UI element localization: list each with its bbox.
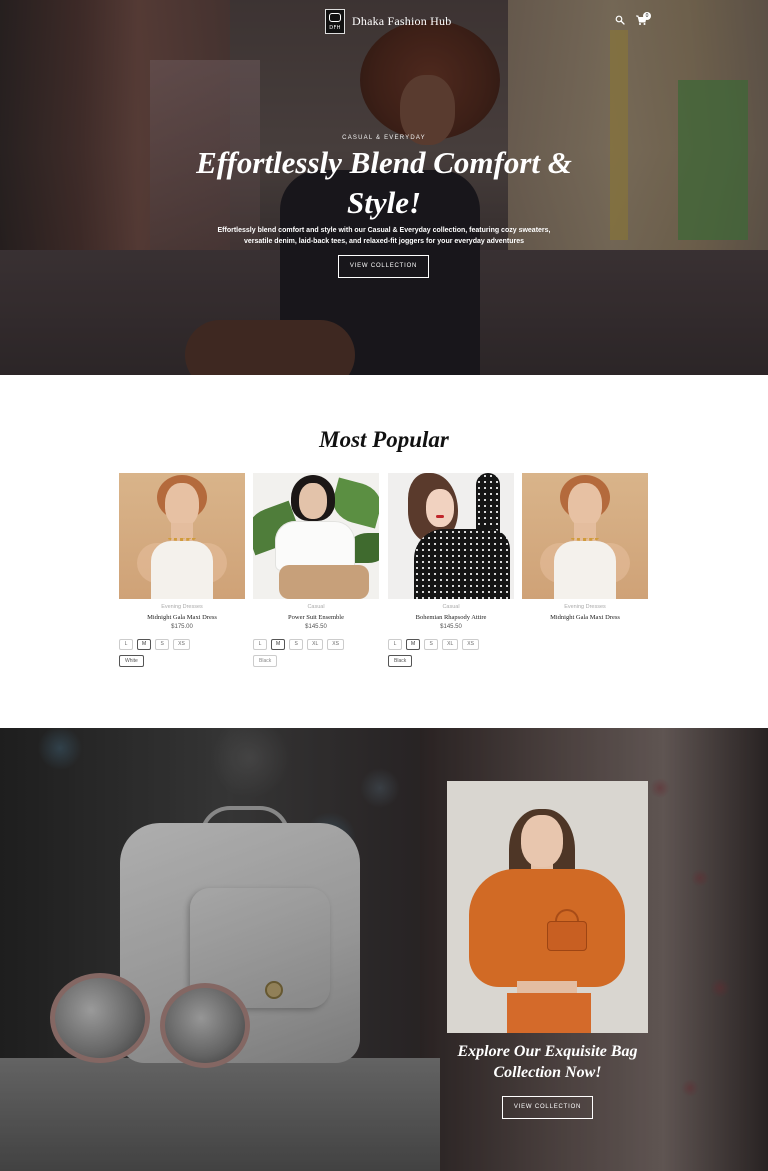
size-option[interactable]: S — [289, 639, 304, 650]
hero-subtitle: Effortlessly blend comfort and style wit… — [217, 227, 551, 245]
color-option[interactable]: White — [119, 655, 144, 667]
product-price: $175.00 — [171, 624, 193, 630]
color-options: White — [119, 655, 144, 667]
product-price: $145.50 — [440, 624, 462, 630]
product-price: $145.50 — [305, 624, 327, 630]
size-option-selected[interactable]: M — [271, 639, 286, 650]
size-option[interactable]: L — [388, 639, 402, 650]
size-option[interactable]: XL — [307, 639, 324, 650]
size-option[interactable]: XS — [462, 639, 479, 650]
product-category: Casual — [307, 604, 325, 610]
color-option[interactable]: Black — [388, 655, 413, 667]
product-image[interactable] — [119, 473, 245, 599]
product-image[interactable] — [522, 473, 648, 599]
color-option[interactable]: Black — [253, 655, 278, 667]
product-card[interactable]: Casual Power Suit Ensemble $145.50 — [253, 473, 379, 630]
size-option[interactable]: XS — [327, 639, 344, 650]
size-option[interactable]: L — [119, 639, 133, 650]
site-header: DFH Dhaka Fashion Hub 0 — [0, 0, 768, 44]
promo-model-image — [447, 781, 648, 1033]
size-option[interactable]: XS — [173, 639, 190, 650]
color-options: Black — [388, 655, 413, 667]
size-options: L M S XL XS — [253, 639, 344, 650]
size-options: L M S XS — [119, 639, 190, 650]
hero-eyebrow: Casual & Everyday — [342, 135, 426, 141]
color-options: Black — [253, 655, 278, 667]
brand-name[interactable]: Dhaka Fashion Hub — [352, 14, 451, 29]
product-category: Evening Dresses — [161, 604, 203, 610]
product-name[interactable]: Midnight Gala Maxi Dress — [522, 614, 648, 621]
product-name[interactable]: Power Suit Ensemble — [253, 614, 379, 621]
product-card[interactable]: Evening Dresses Midnight Gala Maxi Dress — [522, 473, 648, 621]
product-name[interactable]: Bohemian Rhapsody Attire — [388, 614, 514, 621]
logo-icon[interactable]: DFH — [325, 9, 345, 34]
product-category: Evening Dresses — [564, 604, 606, 610]
product-image[interactable] — [253, 473, 379, 599]
view-bag-collection-button[interactable]: View Collection — [502, 1096, 593, 1119]
cart-count-badge: 0 — [643, 12, 651, 20]
product-card[interactable]: Casual Bohemian Rhapsody Attire $145.50 — [388, 473, 514, 630]
size-option[interactable]: L — [253, 639, 267, 650]
size-option[interactable]: S — [424, 639, 439, 650]
size-option-selected[interactable]: M — [406, 639, 421, 650]
bag-collection-promo: Explore Our Exquisite Bag Collection Now… — [0, 728, 768, 1171]
size-option[interactable]: XL — [442, 639, 459, 650]
size-option[interactable]: S — [155, 639, 170, 650]
view-collection-button[interactable]: View Collection — [338, 255, 429, 278]
hero-banner: DFH Dhaka Fashion Hub 0 Casual & Everyda… — [0, 0, 768, 375]
size-option-selected[interactable]: M — [137, 639, 152, 650]
product-card[interactable]: Evening Dresses Midnight Gala Maxi Dress… — [119, 473, 245, 630]
product-name[interactable]: Midnight Gala Maxi Dress — [119, 614, 245, 621]
promo-title: Explore Our Exquisite Bag Collection Now… — [457, 1043, 638, 1081]
hero-title: Effortlessly Blend Comfort & Style! — [196, 145, 572, 220]
search-icon[interactable] — [615, 15, 625, 25]
section-title: Most Popular — [319, 427, 449, 452]
size-options: L M S XL XS — [388, 639, 479, 650]
product-image[interactable] — [388, 473, 514, 599]
product-category: Casual — [442, 604, 460, 610]
most-popular-section: Most Popular Evening Dresses Midnight Ga… — [0, 375, 768, 728]
